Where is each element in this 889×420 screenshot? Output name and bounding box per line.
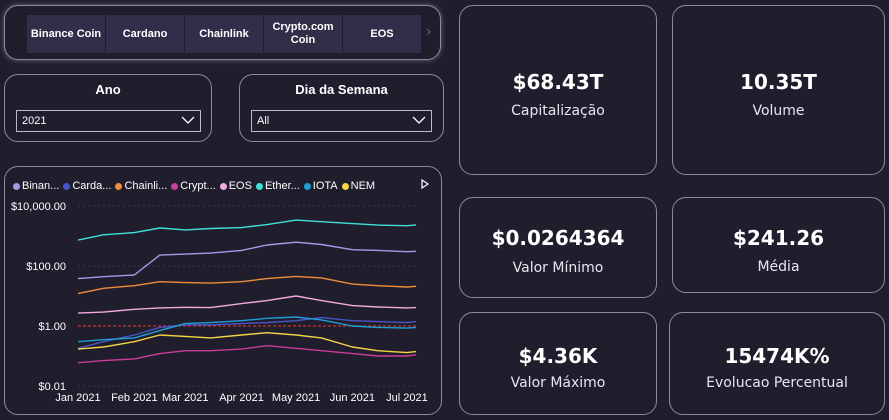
legend-label: NEM	[350, 180, 376, 192]
coin-tile-eos[interactable]: EOS	[343, 15, 421, 53]
legend-label: EOS	[228, 180, 252, 192]
legend-item[interactable]: Binan...	[13, 180, 59, 192]
kpi-value: $241.26	[732, 226, 825, 250]
coin-tile-label: Cardano	[122, 27, 168, 40]
kpi-card-media: $241.26 Média	[672, 197, 885, 293]
dia-slicer: Dia da Semana All	[239, 74, 444, 142]
kpi-value: $0.0264364	[491, 226, 625, 250]
chevron-down-icon	[181, 116, 195, 124]
kpi-value: 10.35T	[740, 70, 817, 94]
coin-slicer: Binance Coin Cardano Chainlink Crypto.co…	[4, 5, 441, 60]
kpi-value: $4.36K	[518, 344, 598, 368]
legend-dot	[115, 182, 123, 190]
kpi-label: Valor Mínimo	[512, 260, 604, 276]
coin-tile-chainlink[interactable]: Chainlink	[185, 15, 263, 53]
legend-label: Carda...	[72, 180, 112, 192]
ano-slicer: Ano 2021	[4, 74, 212, 142]
legend-item[interactable]: Chainli...	[115, 180, 167, 192]
kpi-label: Evolucao Percentual	[706, 375, 848, 391]
coin-tile-label: Binance Coin	[30, 27, 102, 40]
coin-tile-label: Crypto.com Coin	[272, 21, 334, 46]
dia-value: All	[257, 115, 270, 127]
legend-item[interactable]: Ether...	[255, 180, 300, 192]
coin-tile-binance[interactable]: Binance Coin	[27, 15, 105, 53]
legend-label: Binan...	[22, 180, 60, 192]
coin-tile-cardano[interactable]: Cardano	[106, 15, 184, 53]
ano-value: 2021	[22, 115, 47, 127]
kpi-card-volume: 10.35T Volume	[672, 5, 885, 175]
coin-tile-label: EOS	[370, 27, 394, 40]
legend-dot	[219, 182, 227, 190]
kpi-value: $68.43T	[512, 70, 604, 94]
chart-panel	[4, 166, 442, 415]
legend-label: Chainli...	[124, 180, 168, 192]
kpi-label: Volume	[752, 103, 805, 119]
ano-title: Ano	[95, 82, 121, 97]
legend-item[interactable]: EOS	[219, 180, 252, 192]
coin-tile-crypto-com[interactable]: Crypto.com Coin	[264, 15, 342, 53]
play-right-icon[interactable]	[421, 179, 429, 189]
legend-label: IOTA	[312, 180, 338, 192]
legend-label: Crypt...	[180, 180, 216, 192]
legend-dot	[171, 182, 179, 190]
kpi-label: Capitalização	[511, 103, 605, 119]
ano-dropdown[interactable]: 2021	[16, 110, 201, 132]
dia-title: Dia da Semana	[295, 82, 388, 97]
kpi-card-valor-minimo: $0.0264364 Valor Mínimo	[459, 197, 657, 298]
kpi-card-capitalizacao: $68.43T Capitalização	[459, 5, 657, 175]
legend-dot	[341, 182, 349, 190]
kpi-card-evolucao: 15474K% Evolucao Percentual	[669, 312, 885, 415]
chevron-down-icon	[412, 116, 426, 124]
legend-dot	[255, 182, 263, 190]
kpi-label: Valor Máximo	[510, 375, 606, 391]
legend-item[interactable]: NEM	[341, 180, 376, 192]
dia-dropdown[interactable]: All	[251, 110, 432, 132]
legend-item[interactable]: Crypt...	[171, 180, 216, 192]
kpi-card-valor-maximo: $4.36K Valor Máximo	[459, 312, 657, 415]
legend-item[interactable]: Carda...	[63, 180, 111, 192]
legend-label: Ether...	[264, 180, 300, 192]
kpi-label: Média	[757, 259, 800, 275]
legend-dot	[63, 182, 71, 190]
chart-legend: Binan... Carda... Chainli... Crypt... EO…	[13, 178, 379, 194]
legend-item[interactable]: IOTA	[303, 180, 338, 192]
kpi-value: 15474K%	[724, 344, 830, 368]
legend-dot	[303, 182, 311, 190]
chevron-right-icon[interactable]: ›	[426, 24, 432, 40]
legend-dot	[13, 182, 20, 190]
coin-tile-label: Chainlink	[199, 27, 249, 40]
